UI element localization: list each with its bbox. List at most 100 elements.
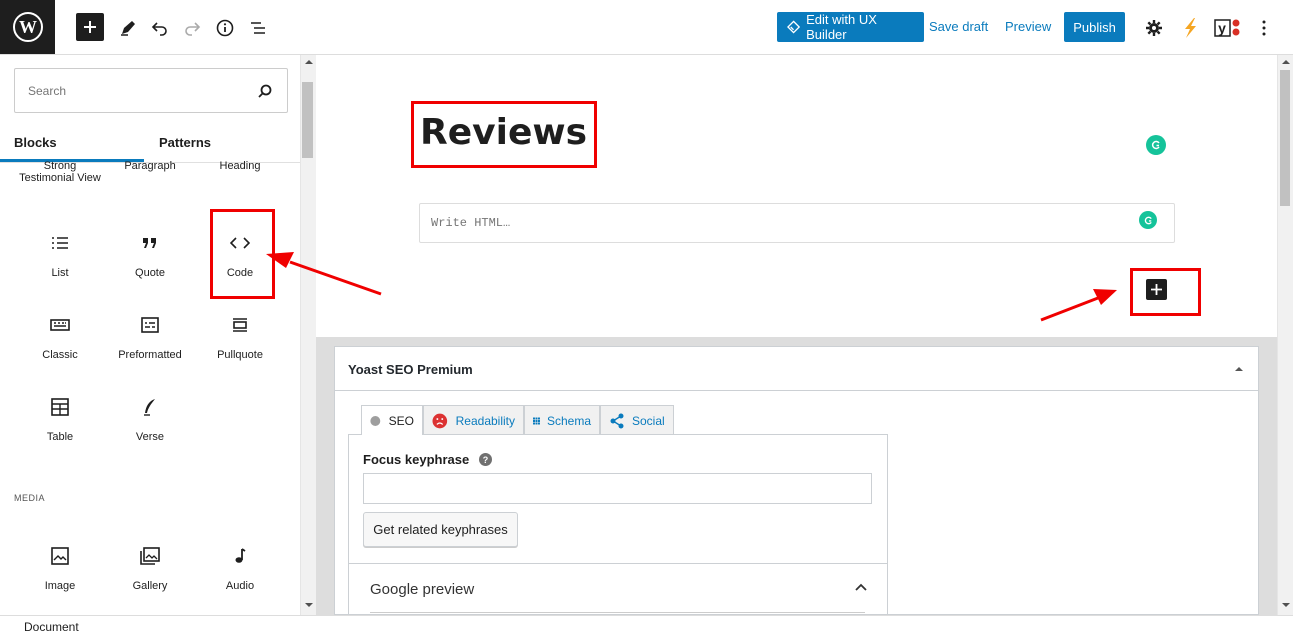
yoast-panel-title: Yoast SEO Premium xyxy=(348,362,473,377)
yoast-tab-readability[interactable]: Readability xyxy=(423,405,524,435)
help-icon[interactable]: ? xyxy=(478,453,492,466)
audio-icon xyxy=(195,546,285,566)
annotation-box-add-block xyxy=(1130,268,1201,316)
block-search-field[interactable] xyxy=(14,68,288,113)
breadcrumb-document[interactable]: Document xyxy=(24,620,79,634)
block-list-label: List xyxy=(51,267,69,279)
html-block-placeholder: Write HTML… xyxy=(431,216,511,230)
block-gallery-label: Gallery xyxy=(132,580,168,592)
block-paragraph[interactable]: Paragraph xyxy=(105,160,195,172)
pencil-icon xyxy=(121,21,135,36)
grammarly-icon[interactable] xyxy=(1146,135,1166,155)
chevron-up-icon[interactable] xyxy=(855,583,867,591)
yoast-panel-header[interactable]: Yoast SEO Premium xyxy=(335,347,1258,391)
list-view-icon xyxy=(251,22,265,34)
grammarly-icon[interactable] xyxy=(1139,211,1157,229)
block-audio-label: Audio xyxy=(225,580,255,592)
get-related-keyphrases-label: Get related keyphrases xyxy=(373,522,508,537)
details-button[interactable] xyxy=(211,14,239,42)
more-options-button[interactable] xyxy=(1250,14,1278,42)
google-preview-divider xyxy=(370,612,865,613)
yoast-tab-social-label: Social xyxy=(632,413,665,428)
wordpress-logo[interactable]: W xyxy=(0,0,55,54)
yoast-seo-content: Focus keyphrase ? Get related keyphrases… xyxy=(348,434,888,624)
yoast-tab-social[interactable]: Social xyxy=(600,405,674,435)
custom-html-block[interactable]: Write HTML… xyxy=(419,203,1175,243)
get-related-keyphrases-button[interactable]: Get related keyphrases xyxy=(363,512,518,547)
block-strong-testimonial-view[interactable]: Strong Testimonial View xyxy=(15,160,105,184)
redo-icon xyxy=(185,22,201,36)
focus-keyphrase-label-text: Focus keyphrase xyxy=(363,452,470,467)
section-divider xyxy=(349,563,887,564)
block-search-input[interactable] xyxy=(28,82,228,100)
tab-patterns[interactable]: Patterns xyxy=(159,135,211,150)
svg-text:W: W xyxy=(19,17,37,37)
publish-button[interactable]: Publish xyxy=(1064,12,1125,42)
block-preformatted[interactable]: Preformatted xyxy=(105,315,195,361)
google-preview-heading[interactable]: Google preview xyxy=(370,581,474,598)
feather-icon xyxy=(105,397,195,417)
undo-button[interactable] xyxy=(146,14,174,42)
keyboard-icon xyxy=(15,315,105,335)
vertical-ellipsis-icon xyxy=(1262,20,1266,36)
block-pullquote[interactable]: Pullquote xyxy=(195,315,285,361)
preview-button[interactable]: Preview xyxy=(1005,19,1051,34)
block-preformatted-label: Preformatted xyxy=(118,349,182,361)
block-verse-label: Verse xyxy=(135,431,165,443)
block-image-label: Image xyxy=(44,580,76,592)
yoast-seo-panel: Yoast SEO Premium SEO Readability Schema… xyxy=(334,346,1259,624)
image-icon xyxy=(15,546,105,566)
table-icon xyxy=(15,397,105,417)
block-table-label: Table xyxy=(46,431,74,443)
block-audio[interactable]: Audio xyxy=(195,546,285,592)
lightning-bolt-icon xyxy=(1185,18,1196,38)
yoast-seo-button[interactable]: y xyxy=(1214,14,1242,42)
undo-icon xyxy=(151,22,167,36)
seo-score-dot-icon xyxy=(370,415,381,426)
pullquote-icon xyxy=(195,315,285,335)
gallery-icon xyxy=(105,546,195,566)
yoast-tab-seo[interactable]: SEO xyxy=(361,405,423,435)
block-image[interactable]: Image xyxy=(15,546,105,592)
media-category-heading: MEDIA xyxy=(14,493,46,503)
settings-button[interactable] xyxy=(1140,14,1168,42)
schema-grid-icon xyxy=(533,417,540,424)
editor-footer: Document xyxy=(0,615,1293,637)
yoast-tab-seo-label: SEO xyxy=(388,413,414,428)
sidebar-scrollbar-thumb[interactable] xyxy=(302,82,313,158)
save-draft-button[interactable]: Save draft xyxy=(929,19,988,34)
tab-blocks[interactable]: Blocks xyxy=(14,135,57,150)
list-view-button[interactable] xyxy=(244,14,272,42)
share-icon xyxy=(610,413,624,428)
block-pullquote-label: Pullquote xyxy=(217,349,263,361)
info-icon xyxy=(216,19,234,37)
svg-text:?: ? xyxy=(483,455,489,465)
block-classic[interactable]: Classic xyxy=(15,315,105,361)
block-table[interactable]: Table xyxy=(15,397,105,443)
collapse-arrow-icon[interactable] xyxy=(1234,365,1244,373)
editor-scrollbar-thumb[interactable] xyxy=(1280,70,1290,206)
ux-builder-icon xyxy=(787,20,801,34)
tools-button[interactable] xyxy=(114,14,142,42)
focus-keyphrase-input[interactable] xyxy=(363,473,872,504)
block-list[interactable]: List xyxy=(15,233,105,279)
block-inserter-panel: Blocks Patterns Strong Testimonial View … xyxy=(0,55,300,615)
edit-with-ux-builder-button[interactable]: Edit with UX Builder xyxy=(777,12,924,42)
publish-label: Publish xyxy=(1073,19,1116,35)
block-quote[interactable]: Quote xyxy=(105,233,195,279)
annotation-box-title xyxy=(411,101,597,168)
edit-with-ux-builder-label: Edit with UX Builder xyxy=(806,12,877,42)
redo-button[interactable] xyxy=(178,14,206,42)
yoast-tab-schema[interactable]: Schema xyxy=(524,405,600,435)
list-icon xyxy=(15,233,105,253)
annotation-box-code-block xyxy=(210,209,275,299)
plugin-lightning-button[interactable] xyxy=(1176,14,1204,42)
editor-toolbar: W Edit with UX Builder Save draft Previe… xyxy=(0,0,1293,55)
block-inserter-toggle-button[interactable] xyxy=(76,13,104,41)
quote-icon xyxy=(105,233,195,253)
block-gallery[interactable]: Gallery xyxy=(105,546,195,592)
yoast-tab-readability-label: Readability xyxy=(455,413,515,428)
preformatted-icon xyxy=(105,315,195,335)
block-heading[interactable]: Heading xyxy=(195,160,285,172)
block-verse[interactable]: Verse xyxy=(105,397,195,443)
